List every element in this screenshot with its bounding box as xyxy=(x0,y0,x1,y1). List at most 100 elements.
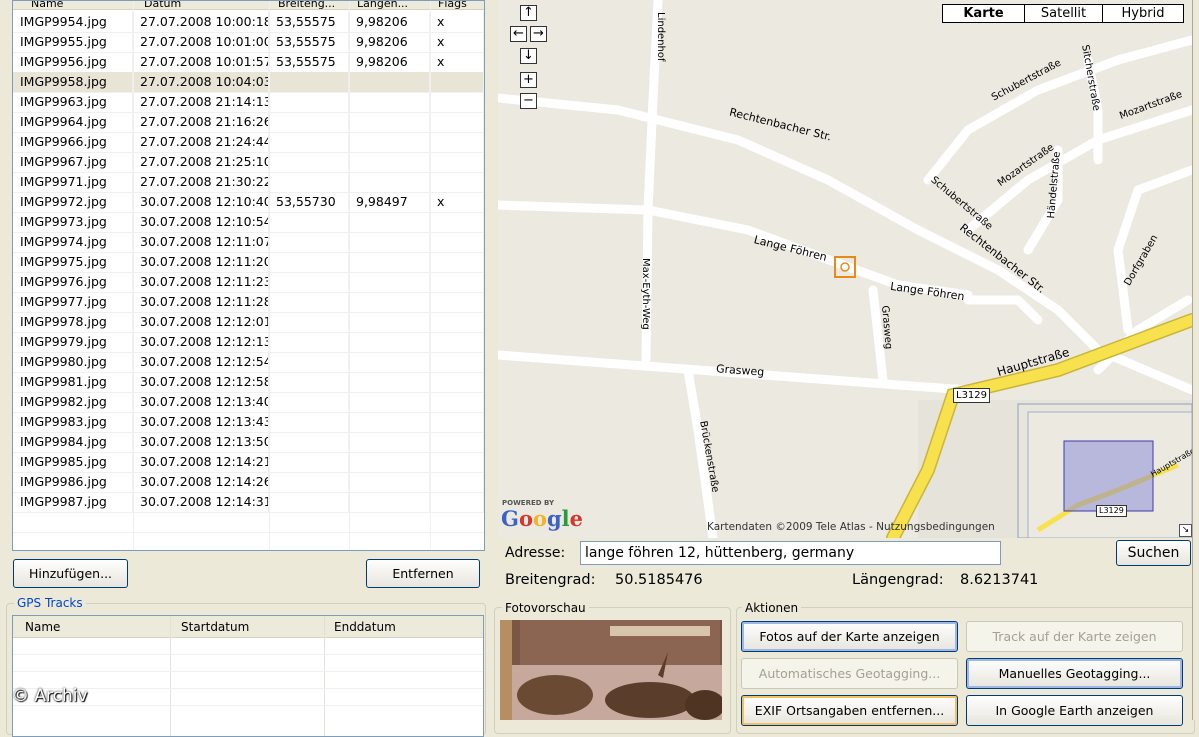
latitude-label: Breitengrad: xyxy=(505,572,596,588)
cell-flags xyxy=(430,112,484,132)
cell-flags xyxy=(430,72,484,92)
cell-lat xyxy=(269,292,349,312)
cell-flags xyxy=(430,212,484,232)
table-row[interactable]: IMGP9978.jpg 30.07.2008 12:12:01 xyxy=(13,312,484,333)
map-view[interactable]: Lindenhof Rechtenbacher Str. Schubertstr… xyxy=(498,0,1192,538)
cell-flags xyxy=(430,472,484,492)
cell-lon xyxy=(349,312,430,332)
overview-resize-icon[interactable]: ↘ xyxy=(1179,524,1192,537)
add-button[interactable]: Hinzufügen... xyxy=(13,559,128,588)
cell-lat: 53,55575 xyxy=(269,32,349,52)
cell-name: IMGP9973.jpg xyxy=(13,212,133,232)
google-logo: Google xyxy=(501,506,584,531)
table-row[interactable] xyxy=(13,655,483,672)
photo-table[interactable]: Name Datum Breiteng... Längen... Flags I… xyxy=(12,0,485,551)
show-in-google-earth-button[interactable]: In Google Earth anzeigen xyxy=(966,695,1183,726)
cell-flags xyxy=(430,372,484,392)
cell-lon xyxy=(349,272,430,292)
table-row[interactable]: IMGP9975.jpg 30.07.2008 12:11:20 xyxy=(13,252,484,273)
cell-lat: 53,55730 xyxy=(269,192,349,212)
table-row[interactable]: IMGP9986.jpg 30.07.2008 12:14:26 xyxy=(13,472,484,493)
col-lat-header[interactable]: Breiteng... xyxy=(278,1,335,9)
show-photos-on-map-button[interactable]: Fotos auf der Karte anzeigen xyxy=(741,621,958,652)
cell-flags xyxy=(430,232,484,252)
col-date-header[interactable]: Datum xyxy=(144,1,181,9)
pan-right-icon[interactable]: → xyxy=(530,26,547,42)
table-row[interactable]: IMGP9966.jpg 27.07.2008 21:24:44 xyxy=(13,132,484,153)
table-row[interactable]: IMGP9967.jpg 27.07.2008 21:25:10 xyxy=(13,152,484,173)
cell-lon xyxy=(349,352,430,372)
cell-name: IMGP9983.jpg xyxy=(13,412,133,432)
cell-date: 30.07.2008 12:14:21 xyxy=(133,452,269,472)
gps-tracks-table[interactable]: Name Startdatum Enddatum xyxy=(12,615,484,737)
cell-lat xyxy=(269,332,349,352)
search-button[interactable]: Suchen xyxy=(1116,540,1191,566)
cell-name: IMGP9967.jpg xyxy=(13,152,133,172)
cell-date: 30.07.2008 12:12:13 xyxy=(133,332,269,352)
col-start-date[interactable]: Startdatum xyxy=(181,620,249,634)
cell-lat xyxy=(269,372,349,392)
table-row[interactable]: IMGP9963.jpg 27.07.2008 21:14:13 xyxy=(13,92,484,113)
remove-exif-location-button[interactable]: EXIF Ortsangaben entfernen... xyxy=(741,695,958,726)
column-divider xyxy=(133,1,134,550)
table-row[interactable]: IMGP9973.jpg 30.07.2008 12:10:54 xyxy=(13,212,484,233)
pan-down-icon[interactable]: ↓ xyxy=(520,48,537,64)
cell-lon xyxy=(349,472,430,492)
table-row[interactable]: IMGP9980.jpg 30.07.2008 12:12:54 xyxy=(13,352,484,373)
zoom-in-icon[interactable]: + xyxy=(520,72,537,88)
table-row[interactable]: IMGP9972.jpg 30.07.2008 12:10:40 53,55730 9… xyxy=(13,192,484,213)
table-row[interactable]: IMGP9956.jpg 27.07.2008 10:01:57 53,55575 9… xyxy=(13,52,484,73)
show-track-on-map-button[interactable]: Track auf der Karte zeigen xyxy=(966,621,1183,652)
map-type-satellit[interactable]: Satellit xyxy=(1024,4,1103,23)
table-row[interactable]: IMGP9983.jpg 30.07.2008 12:13:43 xyxy=(13,412,484,433)
col-name-header[interactable]: Name xyxy=(31,1,63,9)
manual-geotagging-button[interactable]: Manuelles Geotagging... xyxy=(966,658,1183,689)
table-row[interactable]: IMGP9955.jpg 27.07.2008 10:01:00 53,55575 9… xyxy=(13,32,484,53)
cell-name: IMGP9985.jpg xyxy=(13,452,133,472)
table-row[interactable] xyxy=(13,638,483,655)
photo-table-header: Name Datum Breiteng... Längen... Flags xyxy=(13,1,484,10)
table-row[interactable]: IMGP9964.jpg 27.07.2008 21:16:26 xyxy=(13,112,484,133)
cell-lat: 53,55575 xyxy=(269,12,349,32)
col-end-date[interactable]: Enddatum xyxy=(334,620,396,634)
empty-table-row xyxy=(13,512,484,533)
table-row[interactable]: IMGP9984.jpg 30.07.2008 12:13:50 xyxy=(13,432,484,453)
longitude-value: 8.6213741 xyxy=(960,572,1039,588)
cell-lat xyxy=(269,92,349,112)
cell-date: 30.07.2008 12:11:28 xyxy=(133,292,269,312)
col-lon-header[interactable]: Längen... xyxy=(357,1,408,9)
table-row[interactable]: IMGP9954.jpg 27.07.2008 10:00:18 53,55575 9… xyxy=(13,12,484,33)
latitude-value: 50.5185476 xyxy=(615,572,703,588)
cell-date: 30.07.2008 12:12:54 xyxy=(133,352,269,372)
address-input[interactable]: lange föhren 12, hüttenberg, germany xyxy=(580,541,1001,565)
cell-name: IMGP9984.jpg xyxy=(13,432,133,452)
map-copyright[interactable]: Kartendaten ©2009 Tele Atlas - Nutzungsb… xyxy=(707,521,1020,533)
cell-flags xyxy=(430,172,484,192)
pan-up-icon[interactable]: ↑ xyxy=(520,5,537,21)
cell-lon xyxy=(349,92,430,112)
table-row[interactable]: IMGP9981.jpg 30.07.2008 12:12:58 xyxy=(13,372,484,393)
cell-date: 30.07.2008 12:12:01 xyxy=(133,312,269,332)
cell-name: IMGP9979.jpg xyxy=(13,332,133,352)
table-row[interactable]: IMGP9976.jpg 30.07.2008 12:11:23 xyxy=(13,272,484,293)
table-row[interactable]: IMGP9958.jpg 27.07.2008 10:04:03 xyxy=(13,72,484,93)
column-divider xyxy=(430,1,431,550)
table-row[interactable]: IMGP9971.jpg 27.07.2008 21:30:22 xyxy=(13,172,484,193)
table-row[interactable]: IMGP9979.jpg 30.07.2008 12:12:13 xyxy=(13,332,484,353)
cell-flags xyxy=(430,312,484,332)
auto-geotagging-button[interactable]: Automatisches Geotagging... xyxy=(741,658,958,689)
pan-left-icon[interactable]: ← xyxy=(510,26,527,42)
cell-name: IMGP9964.jpg xyxy=(13,112,133,132)
table-row[interactable]: IMGP9982.jpg 30.07.2008 12:13:40 xyxy=(13,392,484,413)
table-row[interactable]: IMGP9974.jpg 30.07.2008 12:11:07 xyxy=(13,232,484,253)
table-row[interactable]: IMGP9977.jpg 30.07.2008 12:11:28 xyxy=(13,292,484,313)
table-row[interactable]: IMGP9985.jpg 30.07.2008 12:14:21 xyxy=(13,452,484,473)
map-type-karte[interactable]: Karte xyxy=(942,4,1025,23)
table-row[interactable]: IMGP9987.jpg 30.07.2008 12:14:31 xyxy=(13,492,484,513)
cell-lat xyxy=(269,152,349,172)
map-type-hybrid[interactable]: Hybrid xyxy=(1102,4,1184,23)
zoom-out-icon[interactable]: − xyxy=(520,93,537,109)
col-track-name[interactable]: Name xyxy=(25,620,60,634)
remove-button[interactable]: Entfernen xyxy=(366,559,480,588)
col-flags-header[interactable]: Flags xyxy=(438,1,467,9)
